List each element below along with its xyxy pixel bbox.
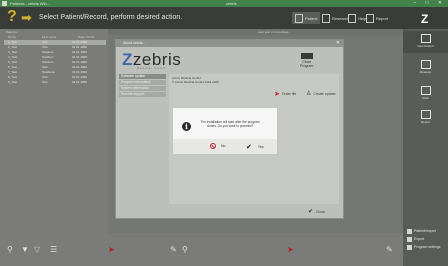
- measure-button[interactable]: Measure: [403, 57, 448, 79]
- instruction-heading: Select Patient/Record, perform desired a…: [39, 14, 183, 21]
- report-side-button[interactable]: Report: [403, 107, 448, 129]
- arrow-right-icon: ➡: [21, 10, 32, 25]
- view-icon: [420, 86, 431, 95]
- close-program-button[interactable]: Close Program: [300, 53, 313, 68]
- new-patient-label: New Patient: [417, 44, 434, 48]
- export-icon: [407, 236, 412, 242]
- new-patient-button[interactable]: New Patient: [403, 31, 448, 53]
- column-header-dob[interactable]: Date of birth: [78, 35, 94, 39]
- create-update-button[interactable]: ♙ Create update: [306, 90, 336, 97]
- list-view-icon[interactable]: ☰: [50, 245, 57, 254]
- report-button-label: Report: [376, 15, 389, 21]
- column-header-first-name[interactable]: First name: [42, 35, 56, 39]
- main-toolbar: ? ➡ Select Patient/Record, perform desir…: [0, 7, 448, 29]
- help-button-label: Help: [358, 15, 367, 21]
- no-entry-icon: [210, 143, 216, 149]
- order-file-icon: ➤: [274, 91, 280, 98]
- action-panel: New Patient Measure View Report Patient/…: [403, 29, 448, 266]
- records-header: Last year of recordings: [108, 29, 403, 35]
- research-button-label: Research: [332, 15, 350, 21]
- filter-off-icon[interactable]: ▽: [34, 245, 40, 254]
- help-icon: [348, 13, 356, 23]
- zebris-logo-subtitle: Medical GmbH: [137, 67, 166, 70]
- about-dialog-titlebar: About zebris... ✕: [116, 40, 343, 47]
- checkmark-icon: ✔: [246, 144, 252, 151]
- view-button[interactable]: View: [403, 83, 448, 105]
- patient-table: Patients Name First name Date of birth 1…: [0, 29, 108, 233]
- checkmark-icon: ✔: [308, 209, 314, 215]
- research-icon: [322, 13, 330, 23]
- window-title: Patients - zebris Win...: [10, 1, 51, 6]
- order-file-button[interactable]: ➤ Order file: [274, 90, 296, 98]
- delete-record-icon[interactable]: ➤: [287, 245, 294, 254]
- nav-program-information[interactable]: Program information: [119, 80, 166, 85]
- measure-label: Measure: [419, 70, 432, 74]
- delete-patient-icon[interactable]: ➤: [108, 245, 115, 254]
- records-header-label: Last year of recordings: [258, 30, 289, 34]
- about-nav: Software update Program information Syst…: [119, 74, 166, 204]
- message-text: The installation will start after the pr…: [200, 120, 260, 128]
- message-button-row: No ✔ Yes: [173, 139, 277, 154]
- person-icon: ♙: [306, 91, 312, 97]
- info-icon: i: [182, 122, 191, 131]
- question-icon[interactable]: ?: [7, 8, 17, 26]
- app-icon: [2, 1, 7, 6]
- export-item[interactable]: Export: [403, 235, 448, 243]
- report-button[interactable]: Report: [366, 12, 388, 24]
- close-icon[interactable]: ✕: [336, 40, 340, 47]
- dialog-close-button[interactable]: ✔ Close: [308, 208, 325, 215]
- report-side-label: Report: [420, 120, 430, 124]
- table-row[interactable]: 9_Test Test 01.01.1990: [4, 80, 106, 85]
- view-label: View: [422, 96, 429, 100]
- nav-software-update[interactable]: Software update: [119, 74, 166, 79]
- research-button[interactable]: Research: [322, 12, 349, 24]
- new-patient-icon: [420, 34, 431, 43]
- zebris-logo-icon: Z: [421, 12, 429, 26]
- secondary-actions: Patient/Import Export Program settings: [403, 227, 448, 251]
- report-icon: [366, 13, 374, 23]
- no-button[interactable]: No: [210, 143, 225, 149]
- help-button[interactable]: Help: [348, 12, 366, 24]
- about-dialog-title: About zebris...: [123, 41, 146, 45]
- patient-button[interactable]: Patient: [292, 12, 321, 24]
- edit-record-icon[interactable]: ✎: [386, 245, 393, 254]
- nav-remote-support[interactable]: Remote support: [119, 92, 166, 97]
- nav-system-information[interactable]: System information: [119, 86, 166, 91]
- window-center-title: zebris: [226, 1, 237, 6]
- search-records-icon[interactable]: ⚲: [182, 245, 188, 254]
- patient-icon: [295, 13, 303, 23]
- license-info: zebris Medical GmbH © zebris Medical Gmb…: [172, 76, 219, 84]
- exit-icon: [300, 53, 313, 59]
- search-icon[interactable]: ⚲: [7, 245, 13, 254]
- patients-header-label: Patients: [6, 30, 17, 34]
- title-bar: Patients - zebris Win... zebris – □ ✕: [0, 0, 448, 7]
- bottom-toolbar: ⚲ ▼ ▽ ☰ ➤ ✎ ⚲ ➤ ✎: [0, 233, 403, 266]
- window-controls[interactable]: – □ ✕: [413, 0, 446, 7]
- patient-button-label: Patient: [305, 15, 318, 21]
- filter-icon[interactable]: ▼: [21, 245, 29, 254]
- program-settings-item[interactable]: Program settings: [403, 243, 448, 251]
- patient-rows: 1_Test Test 01.01.1990 2_Test Test 01.01.199…: [4, 40, 106, 85]
- import-icon: [407, 228, 412, 234]
- measure-icon: [420, 60, 431, 69]
- settings-icon: [407, 244, 412, 250]
- yes-button[interactable]: ✔ Yes: [246, 143, 264, 151]
- import-item[interactable]: Patient/Import: [403, 227, 448, 235]
- column-header-name[interactable]: Name: [8, 35, 16, 39]
- edit-patient-icon[interactable]: ✎: [170, 245, 177, 254]
- report-side-icon: [420, 110, 431, 119]
- confirmation-message-box: i The installation will start after the …: [172, 107, 278, 155]
